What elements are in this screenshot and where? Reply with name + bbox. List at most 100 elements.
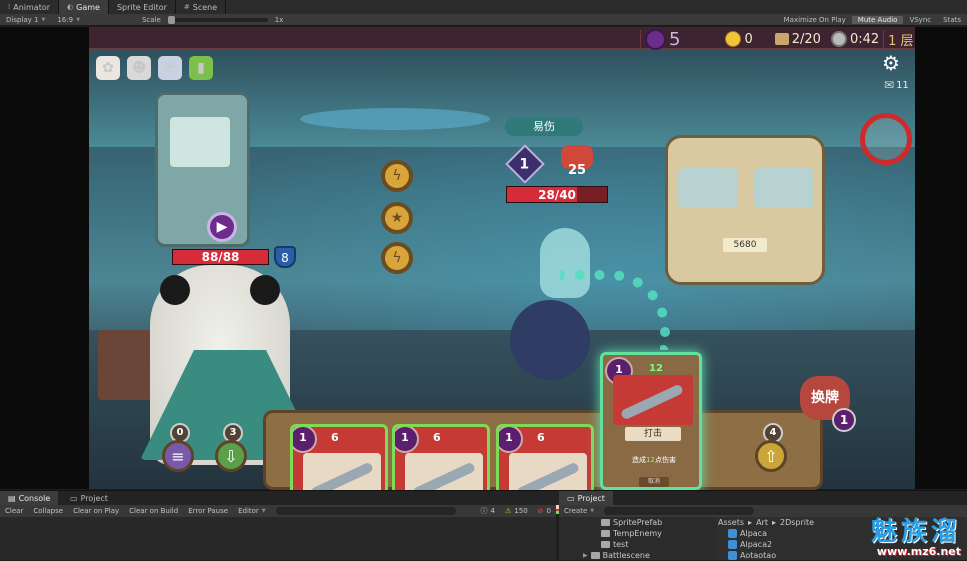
tree-item[interactable]: TempEnemy xyxy=(559,528,716,539)
relic-bar: ✿ ☻ ⛨ ▮ xyxy=(96,56,213,80)
card-art xyxy=(613,375,693,425)
console-toolbar: Clear Collapse Clear on Play Clear on Bu… xyxy=(0,505,556,517)
relic-shield-icon[interactable]: ⛨ xyxy=(158,56,182,80)
selected-card[interactable]: 1 12 打击 造成12点伤害 取消 xyxy=(600,352,702,490)
exhaust-pile-button[interactable]: ⇧ xyxy=(755,440,787,472)
bag-icon: ✉ xyxy=(884,78,895,92)
mute-audio-toggle[interactable]: Mute Audio xyxy=(851,15,904,24)
tab-console[interactable]: ▤ Console xyxy=(0,491,59,506)
energy-gem-icon xyxy=(645,28,666,50)
console-search-input[interactable] xyxy=(275,507,456,515)
tab-sprite-editor[interactable]: Sprite Editor xyxy=(109,0,176,14)
energy-counter: 5 xyxy=(645,28,680,50)
console-log-area[interactable] xyxy=(0,517,556,560)
tab-animator[interactable]: ⁞ Animator xyxy=(0,0,60,14)
gold-counter: 0 xyxy=(725,31,753,47)
project-toolbar: Create ▼ xyxy=(559,505,967,517)
card-cost: 1 xyxy=(293,427,317,453)
draw-pile-button[interactable]: ⇩ xyxy=(215,440,247,472)
warning-icon: ⚠ xyxy=(505,507,512,515)
tab-scene[interactable]: # Scene xyxy=(176,0,227,14)
aspect-dropdown[interactable]: 16:9 ▼ xyxy=(51,16,86,24)
project-search-input[interactable] xyxy=(604,507,755,515)
lightning-power-icon: ϟ xyxy=(381,160,413,192)
timer: 0:42 xyxy=(830,31,879,47)
folder-icon: ▭ xyxy=(70,494,78,503)
editor-tab-bar: ⁞ Animator ◐ Game Sprite Editor # Scene xyxy=(0,0,967,14)
tab-game[interactable]: ◐ Game xyxy=(59,0,109,14)
card-damage: 6 xyxy=(331,431,339,444)
dropdown-arrow-icon: ▼ xyxy=(41,16,46,23)
console-icon: ▤ xyxy=(8,494,16,503)
coin-icon xyxy=(725,31,742,47)
discard-pile-button[interactable]: ≡ xyxy=(162,440,194,472)
clear-on-play-button[interactable]: Clear on Play xyxy=(68,507,124,515)
tab-project-left[interactable]: ▭ Project xyxy=(62,491,116,506)
deck-icon xyxy=(774,33,789,45)
stats-toggle[interactable]: Stats xyxy=(937,16,967,24)
tree-item[interactable]: test xyxy=(559,539,716,550)
hud-stats: 5 0 2/20 0:42 1 层 xyxy=(636,28,914,50)
scale-control: Scale 1x xyxy=(141,15,284,24)
prefab-icon xyxy=(728,540,737,549)
clear-on-build-button[interactable]: Clear on Build xyxy=(124,507,183,515)
breadcrumb-item[interactable]: Art xyxy=(756,518,768,527)
relic-doll-icon[interactable]: ✿ xyxy=(96,56,120,80)
folder-icon: ▭ xyxy=(567,494,575,503)
discard-pile-icon: ≡ xyxy=(171,446,185,466)
card-description: 造成12点伤害 xyxy=(632,456,676,464)
project-folder-tree: SpritePrefab TempEnemy test ▶ Battlescene xyxy=(559,517,716,560)
prefab-icon xyxy=(728,551,737,560)
display-dropdown[interactable]: Display 1 ▼ xyxy=(0,16,51,24)
collapse-button[interactable]: Collapse xyxy=(28,507,68,515)
breadcrumb-item[interactable]: Assets xyxy=(718,518,744,527)
dropdown-arrow-icon: ▼ xyxy=(76,16,80,23)
tab-project[interactable]: ▭ Project xyxy=(559,491,613,506)
breadcrumb-item[interactable]: 2Dsprite xyxy=(780,518,814,527)
player-intent-play-icon: ▶ xyxy=(207,212,237,242)
deck-counter[interactable]: 2/20 xyxy=(774,32,821,47)
info-count-toggle[interactable]: ⓘ 4 xyxy=(476,506,500,516)
create-dropdown[interactable]: Create ▼ xyxy=(559,507,599,515)
prefab-icon xyxy=(728,529,737,538)
editor-dropdown[interactable]: Editor ▼ xyxy=(233,507,271,515)
bus-backdrop: 5680 xyxy=(665,135,825,285)
game-toolbar: Display 1 ▼ 16:9 ▼ Scale 1x Maximize On Pl… xyxy=(0,14,967,26)
folder-icon xyxy=(601,530,610,537)
maximize-on-play-toggle[interactable]: Maximize On Play xyxy=(778,16,852,24)
no-cat-sign-icon xyxy=(860,113,912,165)
clear-button[interactable]: Clear xyxy=(0,507,28,515)
scale-slider[interactable] xyxy=(167,15,268,24)
enemy-status-label: 易伤 xyxy=(505,118,583,136)
enemy-attack-value: 25 xyxy=(568,163,587,178)
card-damage: 12 xyxy=(649,363,663,374)
expand-arrow-icon[interactable]: ▶ xyxy=(583,552,588,559)
vsync-toggle[interactable]: VSync xyxy=(903,16,937,24)
tree-item[interactable]: SpritePrefab xyxy=(559,517,716,528)
floating-platform xyxy=(300,108,490,130)
fish-weapon-icon xyxy=(619,383,685,421)
warning-count-toggle[interactable]: ⚠ 150 xyxy=(500,507,533,515)
error-count-toggle[interactable]: ⊘ 0 xyxy=(533,507,556,515)
bag-indicator[interactable]: ✉ 11 xyxy=(884,78,909,92)
relic-battery-icon[interactable]: ▮ xyxy=(189,56,213,80)
exhaust-up-arrow-icon: ⇧ xyxy=(764,446,778,466)
lightning-power-icon: ϟ xyxy=(381,242,413,274)
player-block-shield: 8 xyxy=(274,246,296,268)
floor-indicator: 1 层 xyxy=(888,33,914,49)
draw-down-arrow-icon: ⇩ xyxy=(224,446,238,466)
error-pause-button[interactable]: Error Pause xyxy=(183,507,233,515)
scale-slider-handle[interactable] xyxy=(167,15,175,24)
star-power-icon: ★ xyxy=(381,202,413,234)
settings-gear-icon[interactable]: ⚙ xyxy=(882,51,900,75)
tree-item[interactable]: ▶ Battlescene xyxy=(559,550,716,561)
card-damage: 6 xyxy=(433,431,441,444)
folder-icon xyxy=(601,519,610,526)
folder-icon xyxy=(590,552,600,559)
card-cancel-button[interactable]: 取消 xyxy=(639,477,669,487)
bottom-tab-bar: ▤ Console ▭ Project ▭ Project xyxy=(0,490,967,506)
scene-icon: # xyxy=(183,3,190,11)
error-icon: ⊘ xyxy=(537,507,544,515)
relic-cat-icon[interactable]: ☻ xyxy=(127,56,151,80)
bus-plate: 5680 xyxy=(723,238,767,252)
